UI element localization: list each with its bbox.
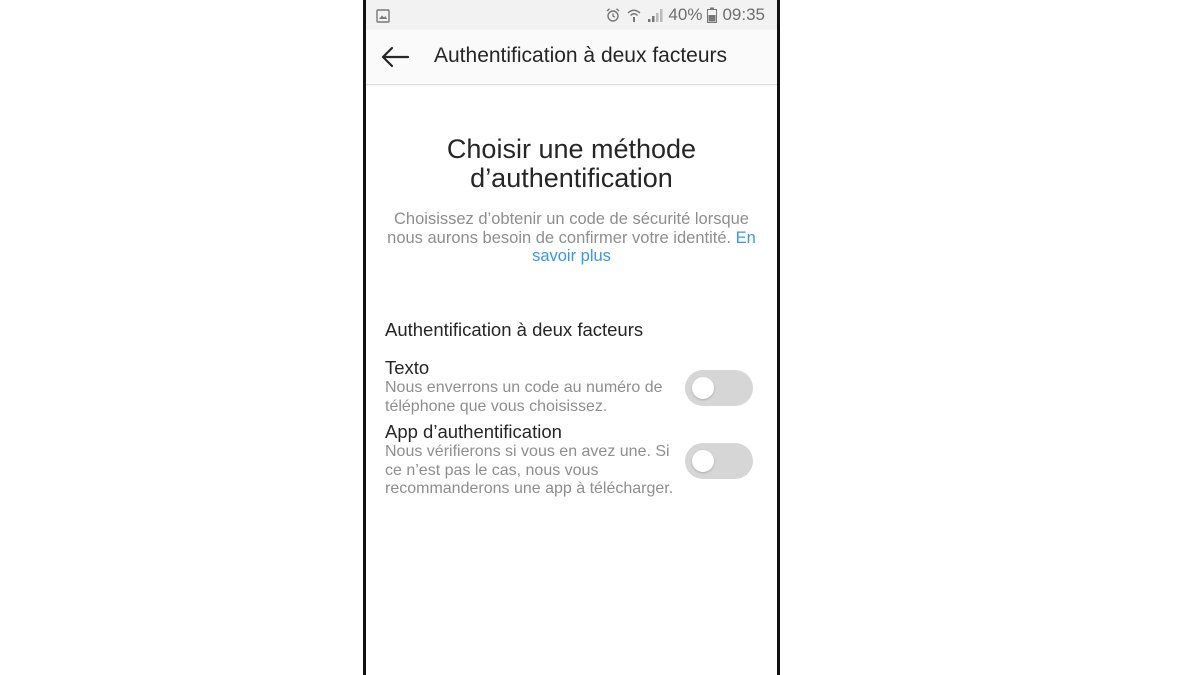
method-description: Choisissez d’obtenir un code de sécurité… [386, 210, 757, 266]
wifi-icon [626, 7, 642, 23]
toggle-knob [692, 377, 714, 399]
app-bar: Authentification à deux facteurs [366, 30, 777, 85]
heading-line-2: d’authentification [470, 163, 673, 193]
clock: 09:35 [722, 5, 765, 24]
method-heading: Choisir une méthode d’authentification [366, 135, 777, 193]
status-bar: 40% 09:35 [366, 0, 777, 30]
option-label: App d’authentification [385, 421, 562, 442]
description-text: Choisissez d’obtenir un code de sécurité… [387, 210, 749, 247]
status-icons: 40% 09:35 [605, 5, 765, 25]
alarm-icon [605, 7, 621, 23]
image-notification-icon [376, 8, 390, 28]
authenticator-app-toggle[interactable] [685, 443, 753, 479]
heading-line-1: Choisir une méthode [446, 134, 697, 164]
section-title: Authentification à deux facteurs [385, 319, 644, 340]
page-title: Authentification à deux facteurs [434, 44, 728, 67]
toggle-knob [692, 450, 714, 472]
back-button[interactable] [380, 42, 410, 72]
battery-percent: 40% [668, 5, 703, 24]
arrow-left-icon [381, 46, 410, 68]
option-texto: Texto Nous enverrons un code au numéro d… [385, 357, 760, 416]
option-description: Nous enverrons un code au numéro de télé… [385, 379, 663, 415]
option-description: Nous vérifierons si vous en avez une. Si… [385, 443, 674, 497]
option-authenticator-app: App d’authentification Nous vérifierons … [385, 421, 760, 499]
signal-icon [647, 7, 663, 23]
texto-toggle[interactable] [685, 370, 753, 406]
phone-screen: 40% 09:35 Authentification à deux facteu… [363, 0, 780, 675]
battery-icon [707, 7, 718, 23]
